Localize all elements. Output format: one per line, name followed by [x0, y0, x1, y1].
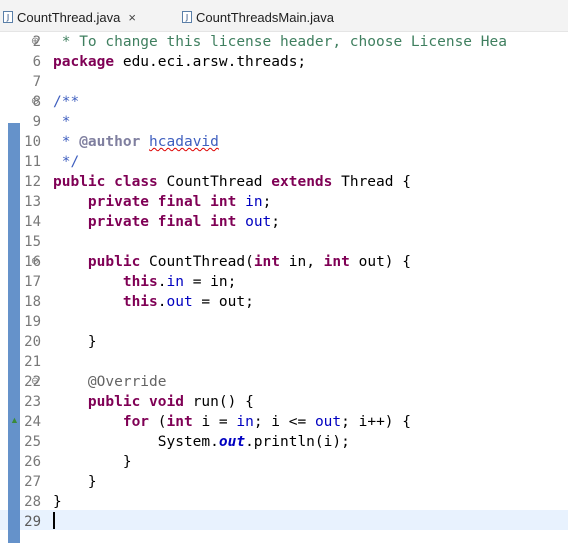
code-line: System.out.println(i);	[53, 434, 350, 450]
tab-label: CountThreadsMain.java	[196, 9, 335, 25]
code-line: private final int out;	[87, 214, 281, 230]
code-line: }	[53, 494, 62, 510]
code-line: public CountThread(int in, int out) {	[87, 254, 411, 270]
code-line: public class CountThread extends Thread …	[53, 174, 411, 190]
collapse-fold-icon[interactable]: ⊖	[31, 252, 39, 272]
code-line: public void run() {	[87, 394, 254, 410]
line-number: 24	[24, 414, 41, 430]
code-line: package edu.eci.arsw.threads;	[53, 54, 307, 70]
line-number: 19	[24, 314, 41, 330]
line-number: 17	[24, 274, 41, 290]
line-number: 20	[24, 334, 41, 350]
line-number: 28	[24, 494, 41, 510]
line-number: 14	[24, 214, 41, 230]
code-line: }	[53, 454, 132, 470]
code-line: * To change this license header, choose …	[53, 34, 507, 50]
line-number: 10	[24, 134, 41, 150]
line-number: 23	[24, 394, 41, 410]
text-cursor	[53, 512, 55, 529]
line-number: 7	[32, 74, 41, 90]
tab-countthread[interactable]: J CountThread.java ×	[3, 6, 136, 28]
current-line-highlight	[0, 510, 568, 530]
line-number: 11	[24, 154, 41, 170]
line-number: 6	[32, 54, 41, 70]
java-file-icon: J	[182, 11, 192, 23]
line-number: 15	[24, 234, 41, 250]
collapse-fold-icon[interactable]: ⊖	[31, 92, 39, 112]
line-number: 25	[24, 434, 41, 450]
tab-countthreadsmain[interactable]: J CountThreadsMain.java	[182, 6, 334, 28]
code-line: private final int in;	[87, 194, 272, 210]
editor-tab-bar: J CountThread.java × J CountThreadsMain.…	[0, 0, 568, 32]
tab-label: CountThread.java	[17, 9, 121, 25]
code-line: }	[53, 474, 97, 490]
java-file-icon: J	[3, 11, 13, 23]
close-icon[interactable]: ×	[128, 10, 136, 25]
code-line: * @author hcadavid	[53, 134, 219, 150]
expand-fold-icon[interactable]: ⊕	[31, 32, 39, 52]
code-line: this.out = out;	[122, 294, 254, 310]
line-number: 27	[24, 474, 41, 490]
code-line: */	[53, 154, 80, 170]
code-line: @Override	[53, 374, 167, 390]
line-number: 26	[24, 454, 41, 470]
code-editor[interactable]: ▲ 2 ⊕ * To change this license header, c…	[0, 32, 568, 552]
code-line: this.in = in;	[122, 274, 237, 290]
line-number: 21	[24, 354, 41, 370]
line-number: 13	[24, 194, 41, 210]
code-line: *	[53, 114, 71, 130]
line-number: 29	[24, 514, 41, 530]
code-line: /**	[53, 94, 80, 110]
collapse-fold-icon[interactable]: ⊖	[31, 372, 39, 392]
code-line: }	[53, 334, 97, 350]
line-number: 12	[24, 174, 41, 190]
line-number: 9	[32, 114, 41, 130]
code-line: for (int i = in; i <= out; i++) {	[122, 414, 411, 430]
line-number: 18	[24, 294, 41, 310]
